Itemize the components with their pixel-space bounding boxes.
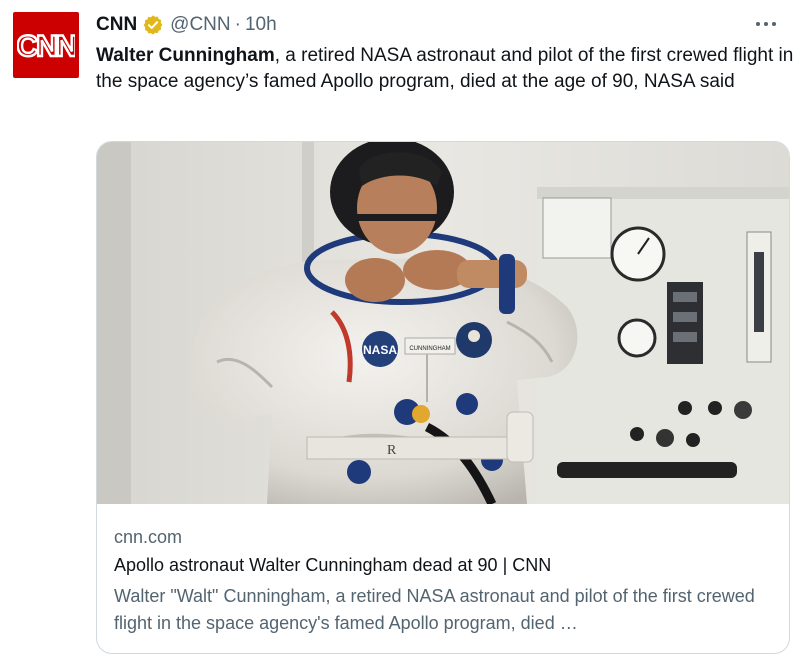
card-image-astronaut-photo[interactable]: NASA CUNNINGHAM R — [97, 142, 789, 504]
tweet-timestamp[interactable]: 10h — [245, 13, 277, 37]
cnn-avatar[interactable]: CNN — [13, 12, 79, 78]
cnn-logo-icon: CNN — [17, 29, 75, 64]
more-options-button[interactable] — [754, 14, 778, 34]
more-options-icon — [756, 22, 776, 26]
tweet-header: CNN @CNN · 10h — [96, 13, 277, 37]
link-preview-card[interactable]: NASA CUNNINGHAM R cnn.com Apollo astrona… — [96, 141, 790, 654]
author-handle[interactable]: @CNN — [170, 13, 230, 37]
tweet-text-bold-lead: Walter Cunningham — [96, 45, 275, 66]
card-title[interactable]: Apollo astronaut Walter Cunningham dead … — [114, 555, 551, 576]
card-domain[interactable]: cnn.com — [114, 527, 182, 548]
tweet[interactable]: CNN CNN @CNN · 10h Walter Cunningham, a … — [0, 0, 800, 665]
card-description: Walter "Walt" Cunningham, a retired NASA… — [114, 586, 755, 633]
author-name[interactable]: CNN — [96, 13, 137, 37]
verified-badge-icon[interactable] — [142, 14, 164, 36]
svg-text:CNN: CNN — [17, 30, 75, 63]
separator-dot: · — [234, 14, 241, 35]
svg-text:R: R — [387, 443, 397, 458]
tweet-text: Walter Cunningham, a retired NASA astron… — [96, 43, 796, 95]
name-tag-text: CUNNINGHAM — [409, 346, 450, 352]
astronaut-photo: NASA CUNNINGHAM R — [97, 142, 789, 504]
nasa-patch-text: NASA — [363, 343, 397, 357]
